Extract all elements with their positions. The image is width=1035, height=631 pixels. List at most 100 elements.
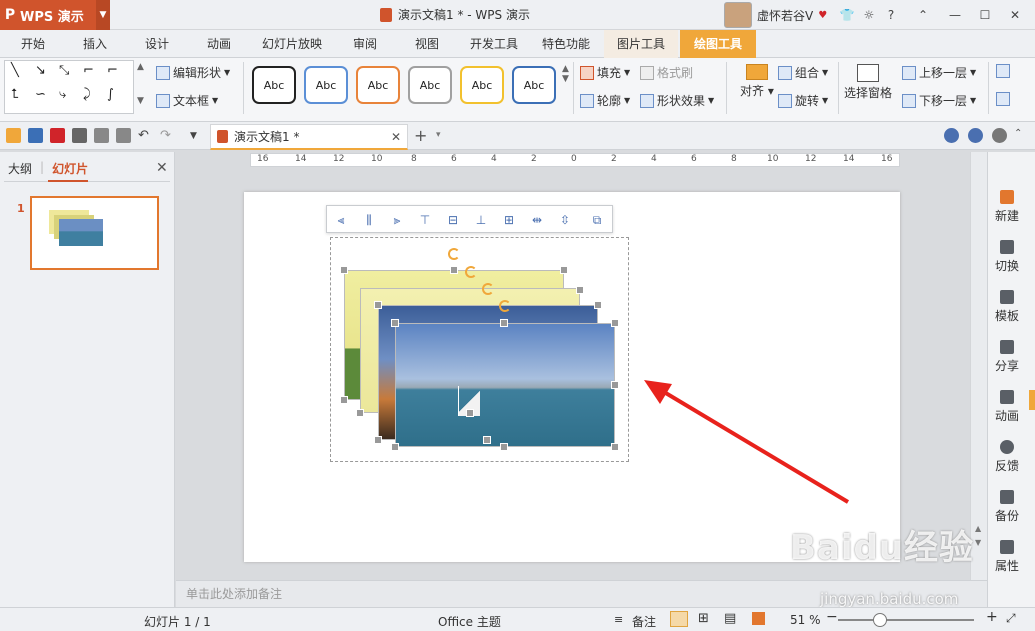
- picture-4[interactable]: [395, 323, 615, 447]
- tab-slideshow[interactable]: 幻灯片放映: [256, 30, 328, 58]
- share-link-icon[interactable]: [992, 128, 1007, 143]
- resize-handle[interactable]: [391, 319, 399, 327]
- curve-double-arrow-icon[interactable]: ⤸: [83, 87, 91, 102]
- align-top-icon[interactable]: ⊤: [417, 212, 433, 228]
- more-options-icon[interactable]: ⌃: [1014, 128, 1022, 139]
- sidebar-collapse-handle[interactable]: [1029, 390, 1035, 410]
- close-icon[interactable]: ✕: [1004, 4, 1026, 26]
- slide-thumbnail[interactable]: [30, 196, 159, 270]
- scroll-up-icon[interactable]: ▲: [975, 524, 981, 533]
- resize-handle[interactable]: [450, 266, 458, 274]
- rotate-handle-icon[interactable]: [482, 283, 494, 295]
- tab-review[interactable]: 审阅: [342, 30, 388, 58]
- collapse-ribbon-icon[interactable]: ⌃: [912, 4, 934, 26]
- style-gallery-more-icon[interactable]: ▲ ▼: [562, 64, 569, 84]
- resize-handle[interactable]: [391, 443, 399, 451]
- tab-picture-tools[interactable]: 图片工具: [604, 30, 678, 58]
- sidebar-item-feedback[interactable]: 反馈: [988, 440, 1026, 474]
- shape-style-4[interactable]: Abc: [408, 66, 452, 104]
- size-width-icon[interactable]: [996, 92, 1010, 106]
- line-icon[interactable]: ╲: [11, 63, 19, 78]
- elbow-connector-icon[interactable]: ⌐: [83, 63, 94, 78]
- print-icon[interactable]: [72, 128, 87, 143]
- resize-handle[interactable]: [594, 301, 602, 309]
- tab-insert[interactable]: 插入: [72, 30, 118, 58]
- horizontal-ruler[interactable]: 16 14 12 10 8 6 4 2 0 2 4 6 8 10 12 14 1…: [250, 153, 900, 167]
- notification-icon[interactable]: ☼: [858, 4, 880, 26]
- help-icon[interactable]: ?: [880, 4, 902, 26]
- vertical-scrollbar[interactable]: ▲ ▼: [970, 152, 987, 580]
- new-tab-icon[interactable]: +: [414, 126, 427, 145]
- cloud-sync-icon[interactable]: [968, 128, 983, 143]
- redo-icon[interactable]: ↷: [160, 128, 175, 143]
- align-button[interactable]: 对齐 ▾: [740, 64, 774, 99]
- resize-handle[interactable]: [576, 286, 584, 294]
- slide-sorter-icon[interactable]: ⊞: [698, 611, 709, 626]
- resize-handle[interactable]: [340, 266, 348, 274]
- align-bottom-icon[interactable]: ⊥: [473, 212, 489, 228]
- minimize-icon[interactable]: —: [944, 4, 966, 26]
- align-left-icon[interactable]: ⫷: [333, 212, 349, 228]
- rotate-handle-icon[interactable]: [499, 300, 511, 312]
- shape-style-6[interactable]: Abc: [512, 66, 556, 104]
- resize-handle[interactable]: [500, 443, 508, 451]
- gallery-scroll-icon[interactable]: ▲: [137, 62, 144, 72]
- shape-style-2[interactable]: Abc: [304, 66, 348, 104]
- notes-toggle[interactable]: 备注: [632, 613, 656, 630]
- sidebar-item-animation[interactable]: 动画: [988, 390, 1026, 424]
- scroll-down-icon[interactable]: ▼: [975, 538, 981, 547]
- distribute-horizontal-icon[interactable]: ⊞: [501, 212, 517, 228]
- open-folder-icon[interactable]: [6, 128, 21, 143]
- shape-style-3[interactable]: Abc: [356, 66, 400, 104]
- bring-forward-button[interactable]: 上移一层 ▼: [902, 64, 976, 81]
- qat-customize-icon[interactable]: ▼: [190, 131, 205, 146]
- resize-handle[interactable]: [500, 319, 508, 327]
- print-preview-icon[interactable]: [94, 128, 109, 143]
- zoom-slider[interactable]: [838, 619, 974, 621]
- zoom-in-icon[interactable]: +: [986, 609, 998, 625]
- sidebar-item-transition[interactable]: 切换: [988, 240, 1026, 274]
- size-height-icon[interactable]: [996, 64, 1010, 78]
- tab-slides[interactable]: 幻灯片: [52, 160, 88, 177]
- resize-handle[interactable]: [560, 266, 568, 274]
- text-box-button[interactable]: 文本框 ▼: [156, 92, 218, 109]
- tab-animation[interactable]: 动画: [196, 30, 242, 58]
- group-button[interactable]: 组合 ▼: [778, 64, 828, 81]
- sidebar-item-share[interactable]: 分享: [988, 340, 1026, 374]
- curve-connector-icon[interactable]: ∽: [35, 87, 46, 102]
- resize-handle[interactable]: [340, 396, 348, 404]
- save-icon[interactable]: [28, 128, 43, 143]
- undo-icon[interactable]: ↶: [138, 128, 153, 143]
- align-center-icon[interactable]: ⫼: [361, 212, 377, 228]
- edit-shape-button[interactable]: 编辑形状 ▼: [156, 64, 230, 81]
- resize-handle[interactable]: [374, 436, 382, 444]
- elbow-double-arrow-icon[interactable]: ⮤: [11, 87, 19, 102]
- maximize-icon[interactable]: ☐: [974, 4, 996, 26]
- rotate-handle-icon[interactable]: [465, 266, 477, 278]
- user-account[interactable]: 虚怀若谷V ♥: [724, 0, 827, 30]
- rotate-handle-icon[interactable]: [448, 248, 460, 260]
- zoom-slider-thumb[interactable]: [873, 613, 887, 627]
- app-menu-button[interactable]: P WPS 演示 ▼: [0, 0, 110, 30]
- resize-handle[interactable]: [466, 409, 474, 417]
- fill-button[interactable]: 填充 ▼: [580, 64, 630, 81]
- format-painter-button[interactable]: 格式刷: [640, 64, 693, 81]
- sidebar-item-template[interactable]: 模板: [988, 290, 1026, 324]
- send-backward-button[interactable]: 下移一层 ▼: [902, 92, 976, 109]
- arrow-line-icon[interactable]: ↘: [35, 63, 46, 78]
- fit-window-icon[interactable]: ⤢: [1006, 611, 1016, 626]
- resize-handle[interactable]: [374, 301, 382, 309]
- close-tab-icon[interactable]: ✕: [391, 130, 401, 144]
- resize-handle[interactable]: [611, 443, 619, 451]
- tab-features[interactable]: 特色功能: [534, 30, 598, 58]
- document-tab[interactable]: 演示文稿1 * ✕: [210, 124, 408, 150]
- resize-handle[interactable]: [483, 436, 491, 444]
- user-center-icon[interactable]: [944, 128, 959, 143]
- gallery-expand-icon[interactable]: ▼: [137, 96, 144, 106]
- zoom-level[interactable]: 51 %: [790, 613, 821, 627]
- selection-pane-button[interactable]: 选择窗格: [844, 64, 892, 101]
- curve-arrow-icon[interactable]: ⤷: [59, 87, 66, 102]
- align-middle-icon[interactable]: ⊟: [445, 212, 461, 228]
- shape-style-5[interactable]: Abc: [460, 66, 504, 104]
- tab-developer[interactable]: 开发工具: [462, 30, 526, 58]
